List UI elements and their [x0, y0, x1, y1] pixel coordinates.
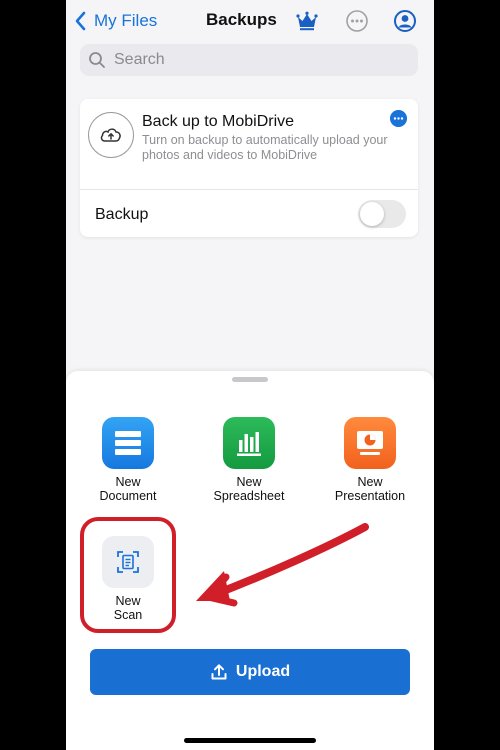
backup-toggle[interactable]	[358, 200, 406, 228]
upload-icon	[211, 664, 227, 680]
back-button[interactable]: My Files	[72, 8, 157, 34]
upload-label: Upload	[235, 663, 291, 680]
create-bottom-sheet: New Document New Spreadsheet New Present…	[66, 371, 434, 750]
new-presentation-label-line1: New	[357, 475, 383, 489]
back-label: My Files	[94, 11, 158, 30]
more-info-icon[interactable]	[390, 110, 407, 127]
home-indicator	[184, 738, 316, 743]
backup-description: Turn on backup to automatically upload y…	[142, 133, 388, 162]
sheet-grabber[interactable]	[232, 377, 268, 382]
search-icon	[89, 52, 105, 68]
search-input[interactable]	[112, 50, 406, 70]
new-presentation-button[interactable]: New Presentation	[310, 417, 430, 503]
search-bar[interactable]	[80, 44, 418, 76]
backup-card: Back up to MobiDrive Turn on backup to a…	[80, 99, 418, 237]
new-document-label-line2: Document	[99, 489, 157, 503]
new-document-button[interactable]: New Document	[68, 417, 188, 503]
spreadsheet-icon	[223, 417, 275, 469]
upload-button[interactable]: Upload	[90, 649, 410, 695]
toggle-knob	[360, 202, 384, 226]
more-options-icon[interactable]	[345, 9, 369, 33]
chevron-left-icon	[75, 11, 86, 31]
crown-icon[interactable]	[295, 9, 319, 33]
cloud-upload-icon	[88, 112, 134, 158]
app-screen: My Files Backups Search Back up to MobiD…	[66, 0, 434, 750]
new-spreadsheet-label-line2: Spreadsheet	[213, 489, 285, 503]
navigation-bar: My Files Backups	[66, 0, 434, 42]
new-spreadsheet-label-line1: New	[236, 475, 262, 489]
document-icon	[102, 417, 154, 469]
backup-title: Back up to MobiDrive	[142, 113, 295, 130]
profile-icon[interactable]	[393, 9, 417, 33]
annotation-highlight-box	[80, 517, 176, 633]
backup-toggle-label: Backup	[95, 206, 149, 223]
card-divider	[80, 189, 418, 190]
presentation-icon	[344, 417, 396, 469]
new-document-label-line1: New	[115, 475, 141, 489]
new-spreadsheet-button[interactable]: New Spreadsheet	[189, 417, 309, 503]
new-presentation-label-line2: Presentation	[334, 489, 406, 503]
page-title: Backups	[206, 10, 277, 29]
annotation-arrow	[196, 523, 369, 607]
